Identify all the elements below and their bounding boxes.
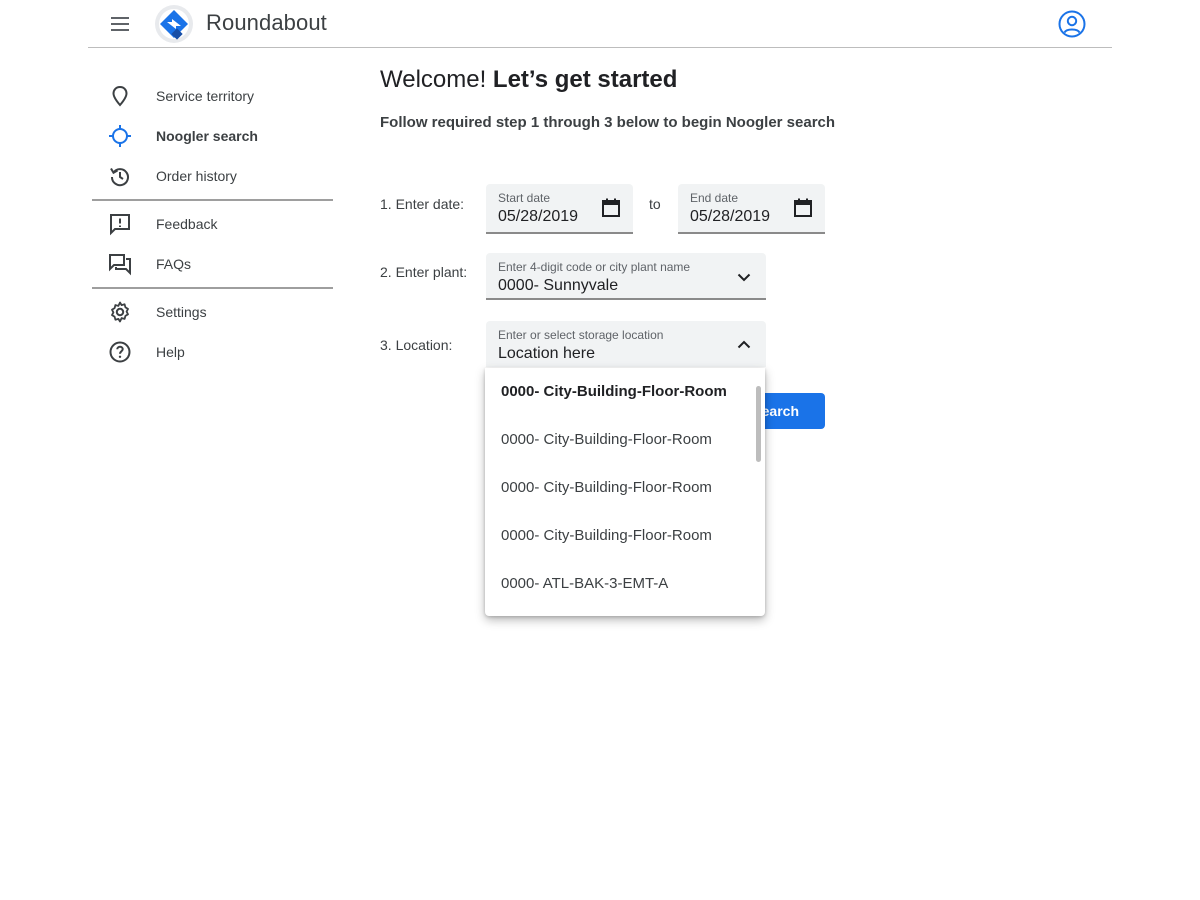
step3-label: 3. Location: xyxy=(380,337,453,353)
instruction-text: Follow required step 1 through 3 below t… xyxy=(380,114,836,131)
forum-icon xyxy=(108,252,132,276)
page-title: Welcome! Let’s get started xyxy=(380,66,677,94)
end-date-label: End date xyxy=(690,191,739,205)
help-circle-icon xyxy=(108,340,132,364)
sidebar-item-faqs[interactable]: FAQs xyxy=(92,244,333,284)
dropdown-option[interactable]: 0000- ATL-BAK-3-EMT-A xyxy=(485,560,753,608)
sidebar-item-label: Noogler search xyxy=(156,128,258,144)
dropdown-scrollbar[interactable] xyxy=(756,386,761,462)
search-button[interactable]: Search xyxy=(758,393,825,429)
step2-label: 2. Enter plant: xyxy=(380,264,468,280)
hamburger-menu-icon[interactable] xyxy=(108,12,132,36)
gear-icon xyxy=(108,300,132,324)
dropdown-option[interactable]: 0000- City-Building-Floor-Room xyxy=(485,416,753,464)
sidebar-nav: Service territory Noogler search Order h… xyxy=(92,76,333,372)
sidebar-item-feedback[interactable]: Feedback xyxy=(92,204,333,244)
sidebar-item-label: Service territory xyxy=(156,88,255,104)
step1-label: 1. Enter date: xyxy=(380,196,465,212)
option-label: 0000- City-Building-Floor-Room xyxy=(501,479,712,496)
history-icon xyxy=(108,164,132,188)
location-value: Location here xyxy=(498,345,595,362)
plant-select[interactable]: Enter 4-digit code or city plant name 00… xyxy=(486,253,766,300)
sidebar-item-settings[interactable]: Settings xyxy=(92,292,333,332)
welcome-prefix: Welcome! xyxy=(380,66,493,93)
location-pin-icon xyxy=(108,84,132,108)
sidebar-item-label: Feedback xyxy=(156,216,218,232)
plant-label: Enter 4-digit code or city plant name xyxy=(498,260,691,274)
to-text: to xyxy=(649,196,661,212)
calendar-icon[interactable] xyxy=(791,196,815,220)
start-date-label: Start date xyxy=(498,191,551,205)
sidebar-divider xyxy=(92,199,333,201)
account-circle-icon[interactable] xyxy=(1058,10,1086,38)
location-dropdown: 0000- City-Building-Floor-Room 0000- Cit… xyxy=(485,368,765,616)
app-title: Roundabout xyxy=(206,10,327,35)
option-label: 0000- City-Building-Floor-Room xyxy=(501,527,712,544)
plant-value: 0000- Sunnyvale xyxy=(498,277,619,294)
crosshair-icon xyxy=(108,124,132,148)
start-date-value: 05/28/2019 xyxy=(498,208,579,225)
location-label: Enter or select storage location xyxy=(498,328,664,342)
roundabout-logo xyxy=(154,4,194,44)
sidebar-item-noogler-search[interactable]: Noogler search xyxy=(92,116,333,156)
sidebar-item-help[interactable]: Help xyxy=(92,332,333,372)
end-date-value: 05/28/2019 xyxy=(690,208,771,225)
dropdown-option[interactable]: 0000- City-Building-Floor-Room xyxy=(485,464,753,512)
sidebar-item-service-territory[interactable]: Service territory xyxy=(92,76,333,116)
location-combobox[interactable]: Enter or select storage location Locatio… xyxy=(486,321,766,369)
sidebar-item-order-history[interactable]: Order history xyxy=(92,156,333,196)
chevron-up-icon[interactable] xyxy=(732,333,756,357)
sidebar-item-label: Help xyxy=(156,344,185,360)
sidebar-divider xyxy=(92,287,333,289)
end-date-field[interactable]: End date 05/28/2019 xyxy=(678,184,825,234)
start-date-field[interactable]: Start date 05/28/2019 xyxy=(486,184,633,234)
option-label: 0000- City-Building-Floor-Room xyxy=(501,431,712,448)
option-label: 0000- ATL-BAK-3-EMT-A xyxy=(501,575,669,592)
sidebar-item-label: Order history xyxy=(156,168,237,184)
welcome-bold: Let’s get started xyxy=(492,66,678,93)
app-header: Roundabout xyxy=(88,0,1112,48)
chevron-down-icon[interactable] xyxy=(732,265,756,289)
sidebar-item-label: Settings xyxy=(156,304,207,320)
option-label: 0000- City-Building-Floor-Room xyxy=(501,383,727,400)
sidebar-item-label: FAQs xyxy=(156,256,192,272)
dropdown-option[interactable]: 0000- City-Building-Floor-Room xyxy=(485,512,753,560)
dropdown-option[interactable]: 0000- City-Building-Floor-Room xyxy=(485,368,753,416)
calendar-icon[interactable] xyxy=(599,196,623,220)
feedback-icon xyxy=(108,212,132,236)
